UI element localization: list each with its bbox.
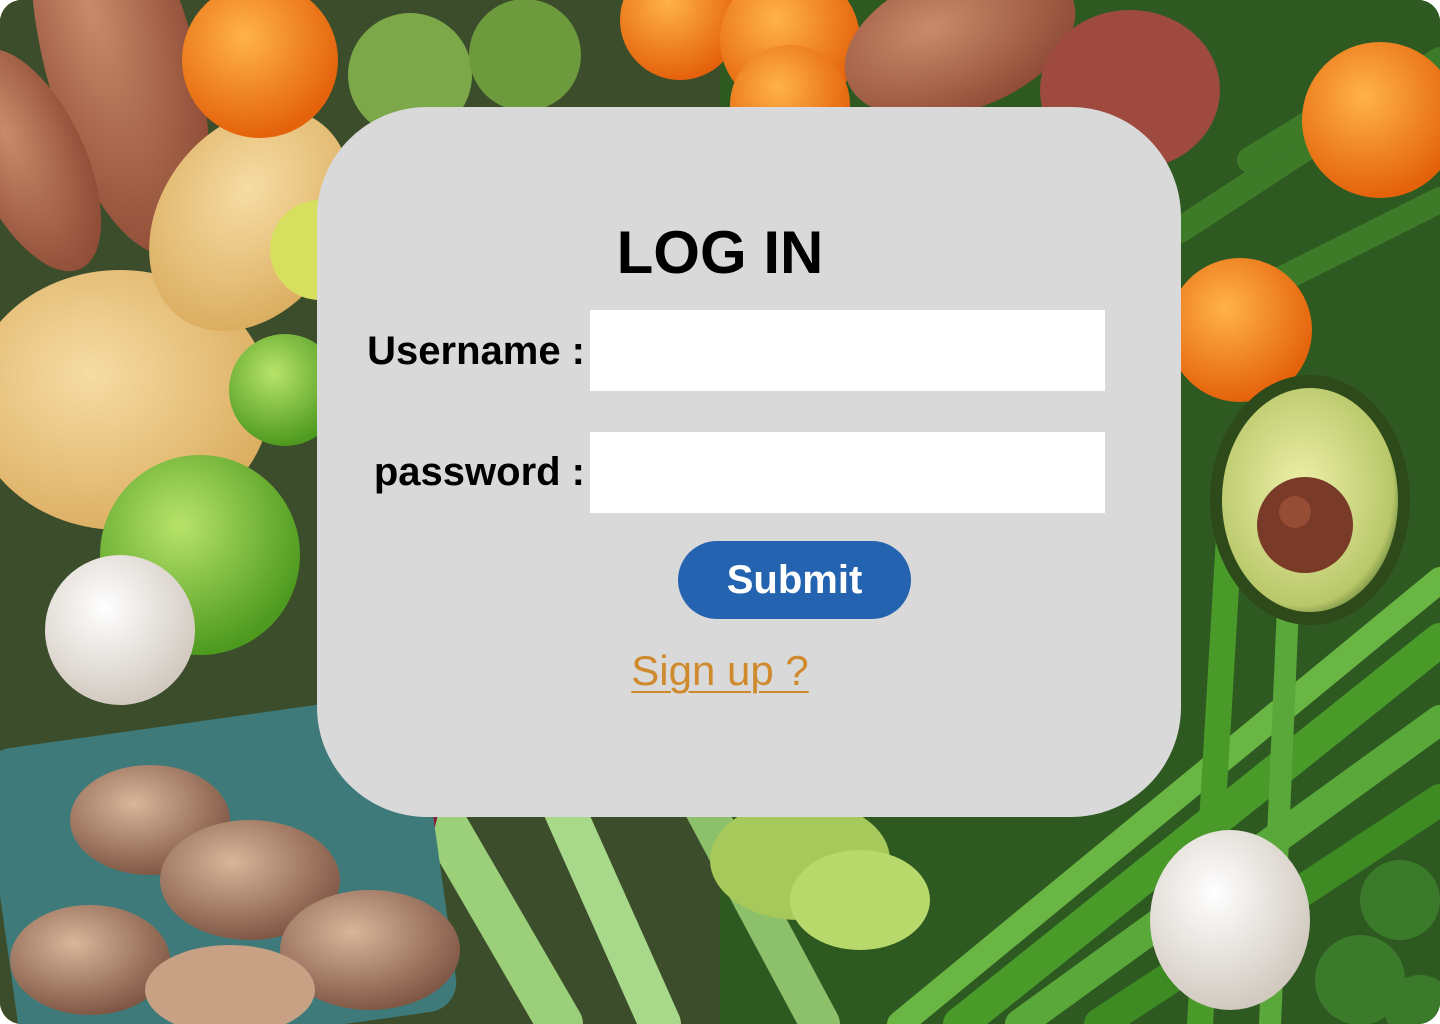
username-input[interactable] bbox=[590, 310, 1105, 391]
password-input[interactable] bbox=[590, 432, 1105, 513]
login-title: LOG IN bbox=[616, 219, 824, 286]
submit-button[interactable]: Submit bbox=[678, 541, 911, 619]
username-label: Username : bbox=[367, 329, 585, 373]
login-page: LOG IN Username : password : Submit Sign… bbox=[0, 0, 1440, 1024]
signup-link-container: Sign up ? bbox=[0, 645, 1440, 697]
signup-link[interactable]: Sign up ? bbox=[631, 647, 808, 694]
password-label: password : bbox=[373, 450, 585, 494]
